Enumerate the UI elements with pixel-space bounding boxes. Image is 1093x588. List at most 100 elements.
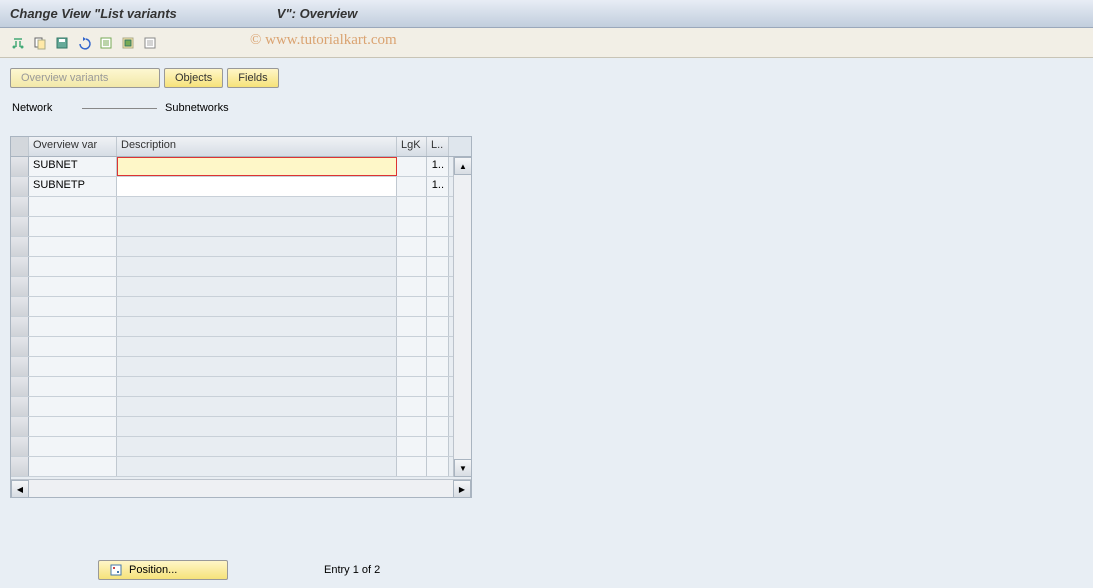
table-row[interactable]: SUBNET 1..: [11, 157, 471, 177]
cell-lgk[interactable]: [397, 457, 427, 476]
cell-description[interactable]: [117, 337, 397, 356]
cell-description[interactable]: [117, 437, 397, 456]
row-selector[interactable]: [11, 457, 29, 476]
scroll-track-v[interactable]: [454, 175, 471, 459]
new-entries-icon[interactable]: [96, 33, 116, 53]
cell-overview[interactable]: [29, 257, 117, 276]
cell-l[interactable]: [427, 417, 449, 436]
row-selector[interactable]: [11, 337, 29, 356]
scroll-left-icon[interactable]: ◀: [11, 480, 29, 498]
cell-description[interactable]: [117, 217, 397, 236]
table-row[interactable]: [11, 417, 471, 437]
scroll-up-icon[interactable]: ▲: [454, 157, 472, 175]
table-row[interactable]: [11, 377, 471, 397]
deselect-icon[interactable]: [140, 33, 160, 53]
cell-l[interactable]: [427, 277, 449, 296]
table-row[interactable]: [11, 437, 471, 457]
cell-description[interactable]: [117, 297, 397, 316]
cell-l[interactable]: [427, 337, 449, 356]
cell-overview[interactable]: [29, 277, 117, 296]
cell-description[interactable]: [117, 457, 397, 476]
row-selector[interactable]: [11, 277, 29, 296]
cell-description[interactable]: [117, 317, 397, 336]
row-selector[interactable]: [11, 437, 29, 456]
table-row[interactable]: [11, 257, 471, 277]
scroll-down-icon[interactable]: ▼: [454, 459, 472, 477]
cell-l[interactable]: [427, 237, 449, 256]
row-selector[interactable]: [11, 257, 29, 276]
cell-l[interactable]: [427, 217, 449, 236]
row-selector[interactable]: [11, 237, 29, 256]
table-row[interactable]: [11, 337, 471, 357]
save-icon[interactable]: [52, 33, 72, 53]
copy-icon[interactable]: [30, 33, 50, 53]
table-row[interactable]: [11, 457, 471, 477]
cell-overview[interactable]: [29, 237, 117, 256]
header-description[interactable]: Description: [117, 137, 397, 156]
table-row[interactable]: [11, 357, 471, 377]
scroll-right-icon[interactable]: ▶: [453, 480, 471, 498]
table-row[interactable]: [11, 317, 471, 337]
table-row[interactable]: [11, 217, 471, 237]
cell-description[interactable]: [117, 357, 397, 376]
cell-l[interactable]: [427, 437, 449, 456]
cell-lgk[interactable]: [397, 377, 427, 396]
cell-overview[interactable]: [29, 337, 117, 356]
cell-lgk[interactable]: [397, 177, 427, 196]
undo-icon[interactable]: [74, 33, 94, 53]
cell-overview[interactable]: SUBNETP: [29, 177, 117, 196]
tab-objects[interactable]: Objects: [164, 68, 223, 88]
row-selector[interactable]: [11, 217, 29, 236]
cell-description[interactable]: [117, 197, 397, 216]
row-selector[interactable]: [11, 377, 29, 396]
cell-lgk[interactable]: [397, 277, 427, 296]
cell-l[interactable]: [427, 357, 449, 376]
cell-lgk[interactable]: [397, 297, 427, 316]
position-button[interactable]: Position...: [98, 560, 228, 580]
cell-l[interactable]: [427, 397, 449, 416]
row-selector[interactable]: [11, 417, 29, 436]
cell-overview[interactable]: [29, 417, 117, 436]
cell-overview[interactable]: [29, 457, 117, 476]
row-selector[interactable]: [11, 397, 29, 416]
cell-overview[interactable]: SUBNET: [29, 157, 117, 176]
row-selector[interactable]: [11, 177, 29, 196]
cell-description[interactable]: [117, 237, 397, 256]
header-select[interactable]: [11, 137, 29, 156]
table-row[interactable]: [11, 277, 471, 297]
cell-description[interactable]: [117, 257, 397, 276]
cell-lgk[interactable]: [397, 217, 427, 236]
table-row[interactable]: SUBNETP1..: [11, 177, 471, 197]
tab-fields[interactable]: Fields: [227, 68, 278, 88]
scroll-track-h[interactable]: [29, 480, 453, 497]
cell-lgk[interactable]: [397, 157, 427, 176]
cell-overview[interactable]: [29, 377, 117, 396]
cell-lgk[interactable]: [397, 237, 427, 256]
cell-description[interactable]: [117, 157, 397, 176]
cell-lgk[interactable]: [397, 437, 427, 456]
cell-lgk[interactable]: [397, 317, 427, 336]
cell-description[interactable]: [117, 277, 397, 296]
cell-overview[interactable]: [29, 357, 117, 376]
cell-l[interactable]: [427, 257, 449, 276]
header-lgk[interactable]: LgK: [397, 137, 427, 156]
vertical-scrollbar[interactable]: ▲ ▼: [453, 157, 471, 477]
cell-lgk[interactable]: [397, 357, 427, 376]
table-row[interactable]: [11, 197, 471, 217]
table-row[interactable]: [11, 397, 471, 417]
cell-lgk[interactable]: [397, 417, 427, 436]
row-selector[interactable]: [11, 157, 29, 176]
cell-overview[interactable]: [29, 437, 117, 456]
horizontal-scrollbar[interactable]: ◀ ▶: [11, 479, 471, 497]
cell-l[interactable]: [427, 317, 449, 336]
row-selector[interactable]: [11, 197, 29, 216]
row-selector[interactable]: [11, 357, 29, 376]
cell-lgk[interactable]: [397, 257, 427, 276]
row-selector[interactable]: [11, 317, 29, 336]
cell-l[interactable]: [427, 457, 449, 476]
cell-l[interactable]: 1..: [427, 157, 449, 176]
cell-lgk[interactable]: [397, 337, 427, 356]
select-block-icon[interactable]: [118, 33, 138, 53]
cell-overview[interactable]: [29, 217, 117, 236]
table-row[interactable]: [11, 297, 471, 317]
